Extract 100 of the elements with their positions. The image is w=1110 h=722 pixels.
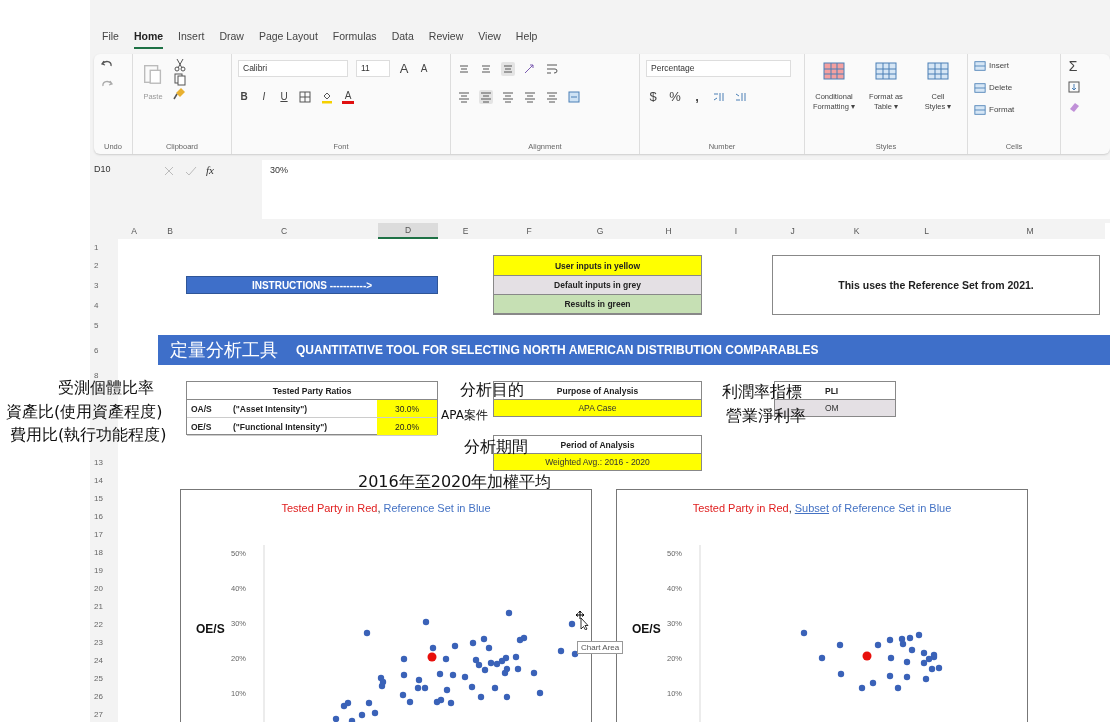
column-header[interactable]: I xyxy=(702,223,770,240)
move-cursor-icon xyxy=(574,610,590,630)
orientation-icon[interactable] xyxy=(523,61,537,76)
column-header[interactable]: K xyxy=(815,223,898,240)
data-point xyxy=(530,670,538,677)
align-icon[interactable] xyxy=(479,89,493,104)
column-header[interactable]: G xyxy=(565,223,635,240)
data-point xyxy=(451,643,459,650)
data-point xyxy=(461,674,469,681)
data-point xyxy=(443,687,451,694)
legend-cell: User inputs in yellow xyxy=(494,256,701,276)
data-point xyxy=(837,671,845,678)
italic-button[interactable]: I xyxy=(258,91,270,103)
align-icon[interactable] xyxy=(545,89,559,104)
shrink-font-button[interactable]: A xyxy=(418,63,430,75)
annotation-text: 2016年至2020年加權平均 xyxy=(358,472,552,492)
ribbon-tab[interactable]: Data xyxy=(391,30,414,47)
align-icon[interactable] xyxy=(523,89,537,104)
annotation-text: 分析目的 xyxy=(460,380,524,400)
legend-cell: Results in green xyxy=(494,295,701,315)
chart-title: Tested Party in Red, Subset of Reference Set in Blue xyxy=(691,502,953,515)
data-point xyxy=(836,642,844,649)
data-point xyxy=(371,710,379,717)
data-point xyxy=(869,680,877,687)
borders-icon[interactable] xyxy=(298,89,312,104)
data-point xyxy=(491,685,499,692)
merge-icon[interactable] xyxy=(567,89,581,104)
data-point xyxy=(449,672,457,679)
column-header[interactable]: H xyxy=(635,223,702,240)
autosum-button[interactable]: Σ xyxy=(1067,57,1079,74)
data-point xyxy=(903,659,911,666)
data-point xyxy=(800,630,808,637)
vertical-align-icon[interactable] xyxy=(501,61,515,76)
column-header[interactable]: B xyxy=(150,223,190,240)
annotation-text: 費用比(執行功能程度) xyxy=(10,425,167,445)
cells-icon xyxy=(974,103,986,116)
ribbon-tab[interactable]: Help xyxy=(515,30,538,47)
format-painter-icon[interactable] xyxy=(173,85,187,100)
align-icon[interactable] xyxy=(457,89,471,104)
data-point xyxy=(887,655,895,662)
data-point xyxy=(429,645,437,652)
data-point xyxy=(505,610,513,617)
chart-title: Tested Party in Red, Reference Set in Blue xyxy=(280,502,492,515)
data-point xyxy=(536,690,544,697)
ribbon-tab[interactable]: File xyxy=(102,30,119,47)
column-header[interactable]: E xyxy=(438,223,493,240)
ribbon-tab[interactable]: Formulas xyxy=(332,30,377,47)
name-box[interactable]: D10 xyxy=(94,163,154,174)
data-point xyxy=(503,694,511,701)
column-header[interactable]: L xyxy=(898,223,955,240)
ribbon-tab[interactable]: Insert xyxy=(178,30,205,47)
data-point xyxy=(332,716,340,722)
column-header[interactable]: A xyxy=(118,223,150,240)
cut-icon[interactable] xyxy=(173,57,187,72)
font-size-field[interactable]: 11 xyxy=(356,60,390,78)
data-point xyxy=(358,712,366,719)
note-text: This uses the Reference Set from 2021. xyxy=(838,279,1034,292)
copy-icon[interactable] xyxy=(173,71,187,86)
currency-button[interactable]: $ xyxy=(646,89,660,105)
formula-field[interactable]: 30% xyxy=(262,159,1110,220)
ribbon-tab[interactable]: Draw xyxy=(219,30,244,47)
font-name-field[interactable]: Calibri xyxy=(238,60,348,78)
fill-icon[interactable] xyxy=(1067,79,1081,94)
font-color-button[interactable]: A xyxy=(342,89,354,104)
data-point xyxy=(365,700,373,707)
input-cell[interactable]: 30.0% xyxy=(377,400,437,419)
ribbon-tab[interactable]: Review xyxy=(428,30,464,47)
ribbon-tab[interactable]: View xyxy=(478,30,501,47)
data-point xyxy=(886,637,894,644)
insert-function-button[interactable]: fx xyxy=(206,163,214,176)
comma-style-button[interactable]: , xyxy=(690,89,704,105)
annotation-text: 利潤率指標 xyxy=(722,382,802,402)
align-icon[interactable] xyxy=(501,89,515,104)
cells-button[interactable]: Format xyxy=(974,101,1054,118)
grow-font-button[interactable]: A xyxy=(398,61,410,77)
input-cell[interactable]: 20.0% xyxy=(377,418,437,437)
instructions-button[interactable]: INSTRUCTIONS -----------> xyxy=(186,276,438,295)
table-cell: OA/S xyxy=(187,400,229,419)
column-header[interactable]: J xyxy=(770,223,815,240)
data-point xyxy=(903,674,911,681)
title-chinese: 定量分析工具 xyxy=(170,339,278,363)
data-point xyxy=(557,648,565,655)
column-header[interactable]: C xyxy=(190,223,378,240)
wrap-text-icon[interactable] xyxy=(545,61,559,76)
column-header[interactable]: D xyxy=(378,223,438,240)
cells-button[interactable]: Delete xyxy=(974,79,1054,96)
percent-button[interactable]: % xyxy=(668,89,682,105)
column-header[interactable]: M xyxy=(955,223,1105,240)
cells-button[interactable]: Insert xyxy=(974,57,1054,74)
column-header[interactable]: F xyxy=(493,223,565,240)
underline-button[interactable]: U xyxy=(278,91,290,103)
data-point xyxy=(894,685,902,692)
bold-button[interactable]: B xyxy=(238,91,250,103)
data-point xyxy=(436,671,444,678)
number-format-field[interactable]: Percentage xyxy=(646,60,791,78)
ribbon-tab[interactable]: Page Layout xyxy=(258,30,318,47)
ribbon-tab[interactable]: Home xyxy=(133,30,164,49)
tested-party-point xyxy=(427,652,437,662)
data-point xyxy=(400,672,408,679)
data-point xyxy=(874,642,882,649)
